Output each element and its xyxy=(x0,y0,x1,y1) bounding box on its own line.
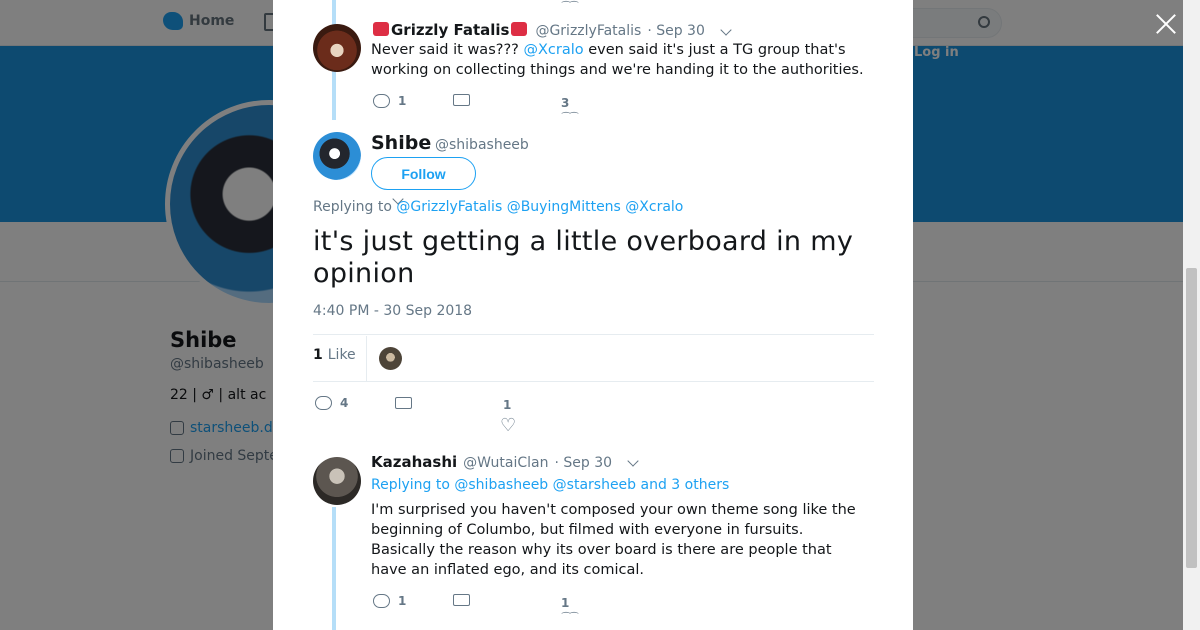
divider xyxy=(366,336,367,382)
scrollbar-thumb[interactable] xyxy=(1186,268,1197,568)
heart-icon xyxy=(500,415,516,436)
retweet-button[interactable] xyxy=(395,397,412,409)
mention-link[interactable]: @GrizzlyFatalis xyxy=(396,199,502,215)
tweet-modal: ⁀⁀ Grizzly Fatalis @GrizzlyFatalis · Sep… xyxy=(273,0,913,630)
replying-to-label: Replying to xyxy=(313,199,392,215)
like-count: 3 xyxy=(561,96,570,110)
tweet-text: I'm surprised you haven't composed your … xyxy=(371,502,856,578)
replying-to: Replying to @GrizzlyFatalis @BuyingMitte… xyxy=(313,199,683,215)
tweet-header: Kazahashi @WutaiClan · Sep 30 xyxy=(371,453,612,471)
tweet-text: Never said it was??? @Xcralo even said i… xyxy=(371,40,871,80)
tweet-author-name[interactable]: Kazahashi xyxy=(371,453,457,471)
retweet-icon xyxy=(453,594,470,606)
cutoff-fragment: ⁀⁀ xyxy=(562,613,579,624)
main-tweet-author-handle[interactable]: @shibasheeb xyxy=(435,137,529,153)
replying-to: Replying to @shibasheeb @starsheeb and 3… xyxy=(371,477,729,493)
chevron-down-icon[interactable] xyxy=(627,455,639,467)
tweet-author-handle[interactable]: @WutaiClan xyxy=(463,455,548,471)
likes-stat-label: Like xyxy=(327,347,356,363)
like-count: 1 xyxy=(503,398,512,412)
retweet-button[interactable] xyxy=(453,94,470,106)
reply-icon xyxy=(315,396,332,410)
tweet-date[interactable]: · Sep 30 xyxy=(647,23,705,39)
tweet-author-name-text: Grizzly Fatalis xyxy=(391,21,510,39)
cutoff-fragment: ⁀⁀ xyxy=(562,113,579,124)
reply-button[interactable]: 1 xyxy=(373,594,406,608)
tweet-author-name[interactable]: Grizzly Fatalis xyxy=(371,21,529,39)
reply-count: 1 xyxy=(398,594,407,608)
retweet-button[interactable] xyxy=(453,594,470,606)
tweet-header: Grizzly Fatalis @GrizzlyFatalis · Sep 30 xyxy=(371,21,705,39)
tweet-date[interactable]: · Sep 30 xyxy=(554,455,612,471)
mention-link[interactable]: @Xcralo xyxy=(625,199,683,215)
like-button[interactable] xyxy=(500,415,516,436)
reply-count: 1 xyxy=(398,94,407,108)
tweet-timestamp[interactable]: 4:40 PM - 30 Sep 2018 xyxy=(313,303,472,319)
avatar[interactable] xyxy=(313,457,361,505)
like-button[interactable]: 1 xyxy=(561,596,569,610)
mention-link[interactable]: @Xcralo xyxy=(523,42,583,58)
likes-stat[interactable]: 1 Like xyxy=(313,347,356,363)
reply-button[interactable]: 1 xyxy=(373,94,406,108)
emoji-icon xyxy=(373,22,389,36)
others-link[interactable]: and 3 others xyxy=(641,477,730,493)
thread-line-bottom xyxy=(332,507,336,630)
reply-icon xyxy=(373,94,390,108)
close-icon[interactable] xyxy=(1155,13,1177,35)
mention-link[interactable]: @shibasheeb xyxy=(454,477,548,493)
replying-to-label: Replying to xyxy=(371,477,450,493)
retweet-icon xyxy=(395,397,412,409)
emoji-icon xyxy=(511,22,528,36)
reply-icon xyxy=(373,594,390,608)
liker-avatar[interactable] xyxy=(379,347,402,370)
divider xyxy=(313,381,874,382)
main-tweet-text: it's just getting a little overboard in … xyxy=(313,226,854,289)
chevron-down-icon[interactable] xyxy=(720,24,732,36)
divider xyxy=(313,334,874,335)
tweet-author-handle[interactable]: @GrizzlyFatalis xyxy=(535,23,641,39)
mention-link[interactable]: @starsheeb xyxy=(553,477,636,493)
main-tweet-author-name[interactable]: Shibe xyxy=(371,132,431,154)
follow-button[interactable]: Follow xyxy=(371,157,476,190)
avatar[interactable] xyxy=(313,24,361,72)
tweet-text-part: Never said it was??? xyxy=(371,42,524,58)
cutoff-fragment: ⁀⁀ xyxy=(562,2,579,13)
reply-count: 4 xyxy=(340,396,349,410)
avatar[interactable] xyxy=(313,132,361,180)
mention-link[interactable]: @BuyingMittens xyxy=(507,199,621,215)
reply-button[interactable]: 4 xyxy=(315,396,348,410)
like-button[interactable]: 3 xyxy=(561,96,569,110)
like-count-button[interactable]: 1 xyxy=(503,398,511,412)
likes-stat-count: 1 xyxy=(313,347,323,363)
like-count: 1 xyxy=(561,596,570,610)
page-scrollbar[interactable] xyxy=(1183,0,1200,630)
retweet-icon xyxy=(453,94,470,106)
